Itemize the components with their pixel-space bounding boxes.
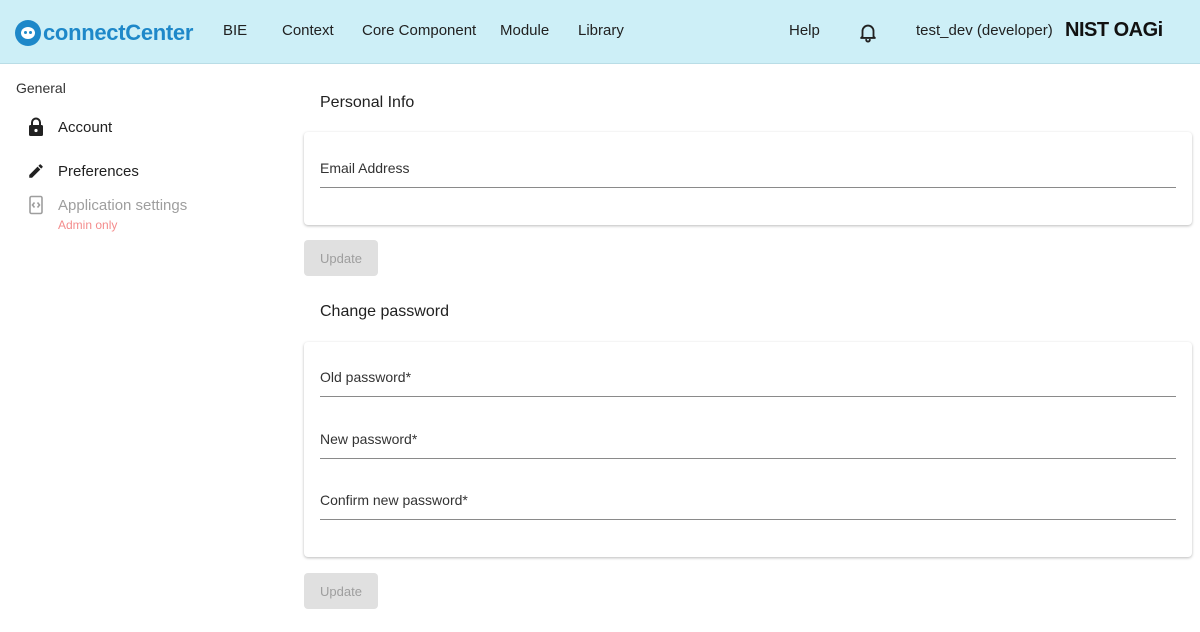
nav-help[interactable]: Help xyxy=(789,22,820,39)
nav-context[interactable]: Context xyxy=(282,22,334,39)
user-menu[interactable]: test_dev (developer) xyxy=(916,22,1053,39)
top-app-bar: connectCenter BIE Context Core Component… xyxy=(0,0,1200,64)
pencil-icon xyxy=(26,161,46,181)
settings-app-icon xyxy=(26,195,46,215)
admin-only-note: Admin only xyxy=(58,218,118,232)
new-password-field[interactable]: New password* xyxy=(320,423,1176,459)
sidebar-item-account[interactable]: Account xyxy=(0,107,260,147)
nav-bie[interactable]: BIE xyxy=(223,22,247,39)
bell-icon[interactable] xyxy=(857,21,879,43)
personal-info-title: Personal Info xyxy=(320,94,415,111)
sidebar-item-label: Preferences xyxy=(58,162,139,180)
lock-icon xyxy=(26,117,46,137)
old-password-input[interactable] xyxy=(320,361,1176,396)
nav-library[interactable]: Library xyxy=(578,22,624,39)
personal-info-card: Email Address xyxy=(304,132,1192,225)
logo-text: connectCenter xyxy=(43,20,194,45)
logo-icon xyxy=(15,20,41,46)
app-logo[interactable]: connectCenter xyxy=(15,19,193,47)
sidebar-item-label: Account xyxy=(58,118,113,136)
sidebar-item-application-settings: Application settings xyxy=(0,185,260,225)
update-email-button[interactable]: Update xyxy=(304,240,378,276)
new-password-input[interactable] xyxy=(320,423,1176,458)
old-password-field[interactable]: Old password* xyxy=(320,361,1176,397)
confirm-password-input[interactable] xyxy=(320,484,1176,519)
email-field[interactable]: Email Address xyxy=(320,152,1176,188)
change-password-title: Change password xyxy=(320,303,449,320)
sidebar-title: General xyxy=(16,80,66,96)
nav-core-component[interactable]: Core Component xyxy=(362,22,476,39)
email-input[interactable] xyxy=(320,152,1176,187)
confirm-password-field[interactable]: Confirm new password* xyxy=(320,484,1176,520)
nist-oagi-logo: NIST OAGi xyxy=(1065,19,1163,41)
sidebar-item-label: Application settings xyxy=(58,196,188,214)
nav-module[interactable]: Module xyxy=(500,22,549,39)
change-password-card: Old password* New password* Confirm new … xyxy=(304,342,1192,557)
update-password-button[interactable]: Update xyxy=(304,573,378,609)
